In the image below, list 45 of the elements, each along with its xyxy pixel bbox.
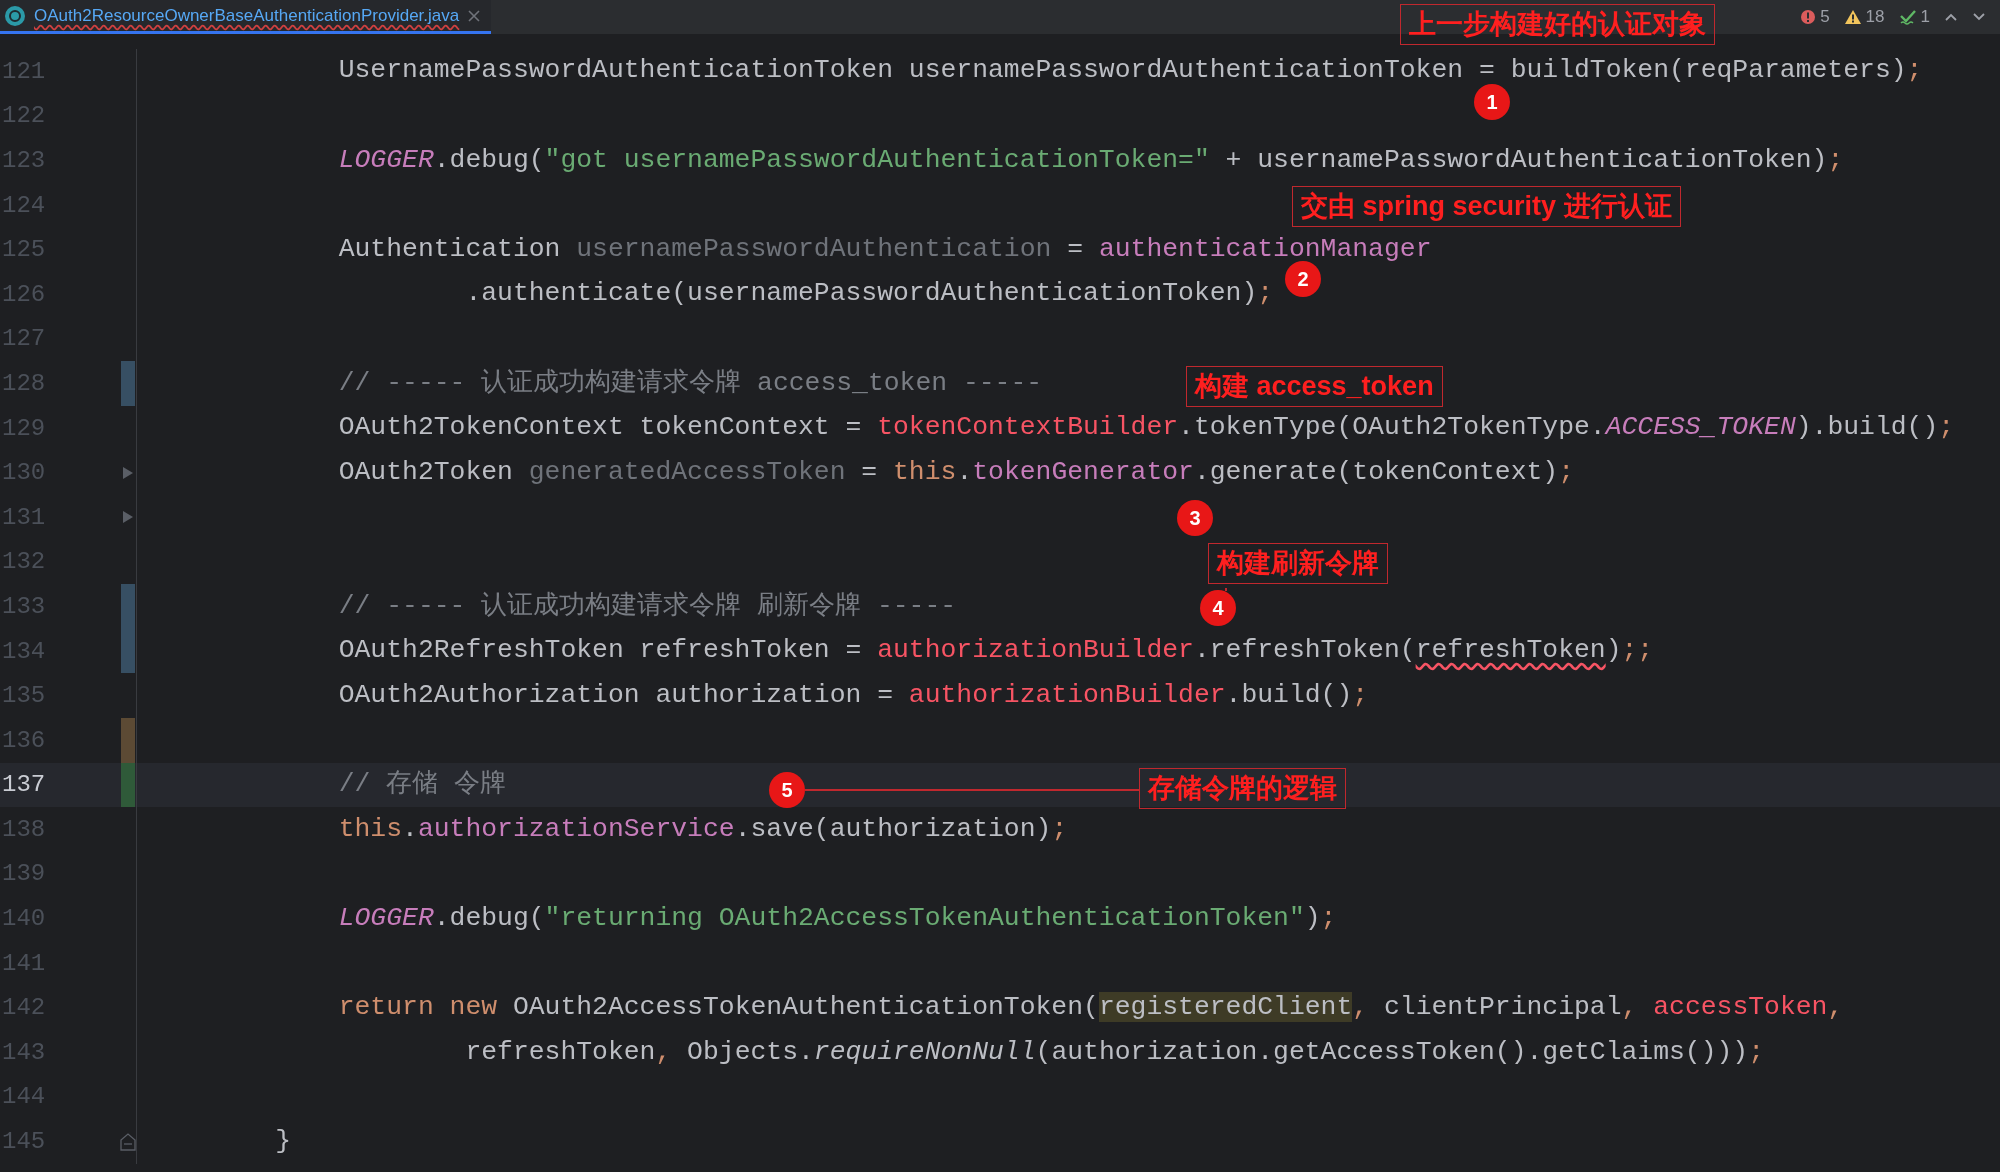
code-line: // ----- 认证成功构建请求令牌 刷新令牌 ----- bbox=[337, 590, 957, 623]
annotation-label: 交由 spring security 进行认证 bbox=[1292, 186, 1681, 228]
change-marker[interactable] bbox=[121, 584, 135, 629]
step-number: 4 bbox=[1200, 590, 1236, 626]
line-number: 137 bbox=[1, 771, 47, 799]
error-count: 5 bbox=[1820, 7, 1830, 27]
code-line: } bbox=[274, 1125, 292, 1158]
file-tab[interactable]: OAuth2ResourceOwnerBaseAuthenticationProvider.java bbox=[0, 0, 492, 34]
fold-arrow-icon[interactable] bbox=[122, 510, 134, 525]
previous-button[interactable] bbox=[1944, 12, 1958, 22]
change-marker[interactable] bbox=[121, 628, 135, 674]
code-line: refreshToken, Objects.requireNonNull(authorization.getAccessToken().getClaims())); bbox=[464, 1036, 1765, 1069]
error-icon bbox=[1800, 9, 1817, 25]
code-line: return new OAuth2AccessTokenAuthenticationToken(registeredClient, clientPrincipal, accessToken, bbox=[337, 991, 1844, 1024]
code-line: OAuth2Authorization authorization = authorizationBuilder.build(); bbox=[337, 679, 1369, 712]
code-line: // ----- 认证成功构建请求令牌 access_token ----- bbox=[337, 367, 1043, 400]
step-number: 2 bbox=[1285, 261, 1321, 297]
annotation-label: 存储令牌的逻辑 bbox=[1139, 768, 1346, 810]
code-line: LOGGER.debug("returning OAuth2AccessTokenAuthenticationToken"); bbox=[337, 902, 1337, 935]
code-line: OAuth2Token generatedAccessToken = this.tokenGenerator.generate(tokenContext); bbox=[337, 456, 1575, 489]
step-number: 1 bbox=[1474, 84, 1510, 120]
code-line: .authenticate(usernamePasswordAuthenticationToken); bbox=[464, 278, 1274, 311]
annotation-label: 上一步构建好的认证对象 bbox=[1400, 4, 1715, 46]
next-button[interactable] bbox=[1972, 12, 1986, 22]
chevron-up-icon bbox=[1944, 12, 1958, 22]
code-line: OAuth2TokenContext tokenContext = tokenContextBuilder.tokenType(OAuth2TokenType.ACCESS_TOKEN).build(); bbox=[337, 412, 1955, 444]
change-marker[interactable] bbox=[121, 361, 135, 406]
code-line: LOGGER.debug("got usernamePasswordAuthenticationToken=" + usernamePasswordAuthenticationToken); bbox=[337, 144, 1844, 177]
code-line: OAuth2RefreshToken refreshToken = authorizationBuilder.refreshToken(refreshToken);; bbox=[337, 635, 1654, 667]
fold-end-icon[interactable] bbox=[120, 1132, 136, 1151]
code-line: // 存储 令牌 bbox=[337, 768, 507, 801]
close-icon bbox=[467, 8, 482, 23]
annotation-label: 构建刷新令牌 bbox=[1208, 543, 1388, 585]
fold-arrow-icon[interactable] bbox=[122, 465, 134, 480]
change-marker[interactable] bbox=[121, 717, 135, 763]
class-file-icon bbox=[4, 4, 26, 27]
code-line: this.authorizationService.save(authorization); bbox=[337, 813, 1068, 846]
change-marker[interactable] bbox=[121, 762, 135, 808]
check-count: 1 bbox=[1920, 7, 1930, 27]
chevron-down-icon bbox=[1972, 12, 1986, 22]
warning-count: 18 bbox=[1865, 7, 1885, 27]
check-icon bbox=[1898, 9, 1917, 25]
annotation-label: 构建 access_token bbox=[1186, 366, 1443, 408]
step-number: 3 bbox=[1177, 500, 1213, 536]
warning-icon bbox=[1843, 9, 1862, 25]
